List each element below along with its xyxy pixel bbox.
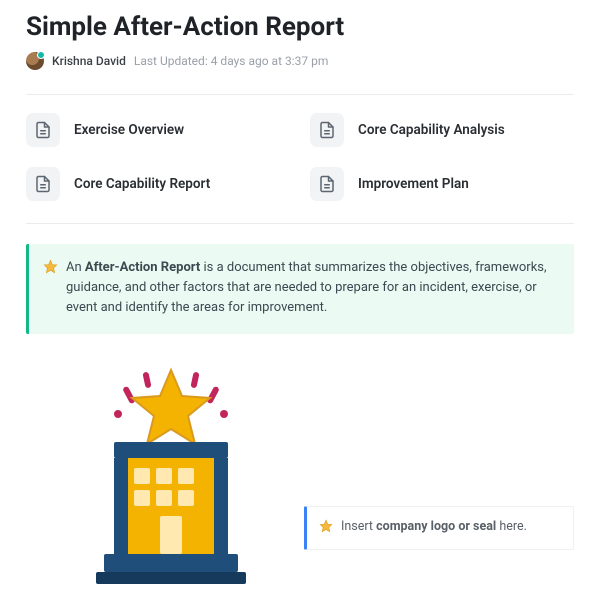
definition-callout: An After-Action Report is a document tha… — [26, 244, 574, 334]
logo-placeholder-text: Insert company logo or seal here. — [341, 519, 527, 537]
section-label: Exercise Overview — [74, 122, 184, 138]
document-icon — [310, 167, 344, 201]
author-name: Krishna David — [52, 54, 126, 68]
section-label: Core Capability Report — [74, 176, 210, 192]
section-link-core-capability-report[interactable]: Core Capability Report — [26, 167, 290, 201]
document-icon — [26, 167, 60, 201]
section-links: Exercise Overview Core Capability Analys… — [26, 113, 574, 201]
star-icon — [319, 519, 333, 537]
section-link-core-capability-analysis[interactable]: Core Capability Analysis — [310, 113, 574, 147]
divider — [26, 94, 574, 95]
star-icon — [43, 259, 58, 318]
author-avatar — [26, 52, 44, 70]
section-link-improvement-plan[interactable]: Improvement Plan — [310, 167, 574, 201]
building-illustration — [66, 364, 276, 588]
divider — [26, 223, 574, 224]
section-label: Improvement Plan — [358, 176, 469, 192]
definition-text: An After-Action Report is a document tha… — [66, 258, 558, 318]
section-link-exercise-overview[interactable]: Exercise Overview — [26, 113, 290, 147]
page-title: Simple After-Action Report — [26, 12, 574, 42]
document-icon — [26, 113, 60, 147]
section-label: Core Capability Analysis — [358, 122, 505, 138]
byline: Krishna David Last Updated: 4 days ago a… — [26, 52, 574, 94]
last-updated: Last Updated: 4 days ago at 3:37 pm — [134, 54, 329, 68]
logo-placeholder-callout[interactable]: Insert company logo or seal here. — [304, 506, 574, 550]
document-icon — [310, 113, 344, 147]
